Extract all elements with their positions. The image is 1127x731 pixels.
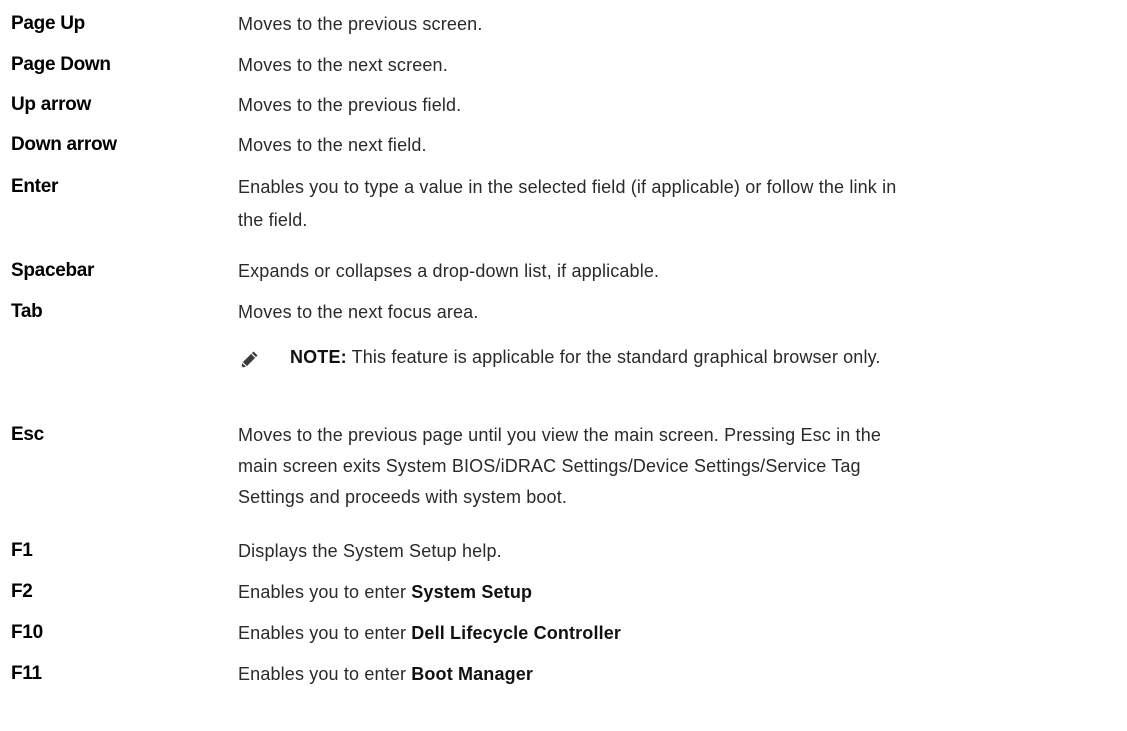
note-text: NOTE: This feature is applicable for the… <box>290 343 881 371</box>
key-label: Tab <box>11 301 43 322</box>
key-label: Enter <box>11 176 59 197</box>
key-description: Expands or collapses a drop-down list, i… <box>238 261 660 281</box>
description-emphasis: Boot Manager <box>411 664 534 684</box>
key-description: Displays the System Setup help. <box>238 541 502 561</box>
description-emphasis: Dell Lifecycle Controller <box>411 623 622 643</box>
pencil-note-icon <box>241 351 258 368</box>
key-label: F1 <box>11 540 33 561</box>
key-description: Enables you to type a value in the selec… <box>238 173 1118 234</box>
note-label: NOTE: <box>290 347 347 367</box>
key-description: Enables you to enter Dell Lifecycle Cont… <box>238 619 1118 647</box>
description-prefix: Enables you to enter <box>238 623 412 643</box>
description-prefix: Enables you to enter <box>238 664 412 684</box>
key-description: Moves to the next focus area. <box>238 302 479 322</box>
key-description: Moves to the next field. <box>238 135 427 155</box>
key-description: Moves to the previous screen. <box>238 14 483 34</box>
description-line: Moves to the previous page until you vie… <box>238 425 882 445</box>
key-label: Down arrow <box>11 134 117 155</box>
key-label: Up arrow <box>11 94 91 115</box>
key-description: Moves to the previous page until you vie… <box>238 421 1118 511</box>
description-line: main screen exits System BIOS/iDRAC Sett… <box>238 456 861 476</box>
key-label: Spacebar <box>11 260 95 281</box>
description-prefix: Enables you to enter <box>238 582 412 602</box>
description-line: Enables you to type a value in the selec… <box>238 177 897 197</box>
key-label: F2 <box>11 581 33 602</box>
note-body: This feature is applicable for the stand… <box>346 347 881 367</box>
key-description: Moves to the next screen. <box>238 55 448 75</box>
key-label: Page Up <box>11 13 85 34</box>
description-line: the field. <box>238 210 308 230</box>
key-label: F10 <box>11 622 43 643</box>
description-emphasis: System Setup <box>411 582 533 602</box>
key-label: Page Down <box>11 54 111 75</box>
key-description: Moves to the previous field. <box>238 95 462 115</box>
key-label: Esc <box>11 424 44 445</box>
key-description: Enables you to enter System Setup <box>238 578 1118 606</box>
key-description: Enables you to enter Boot Manager <box>238 660 1118 688</box>
key-label: F11 <box>11 663 42 684</box>
description-line: Settings and proceeds with system boot. <box>238 487 568 507</box>
